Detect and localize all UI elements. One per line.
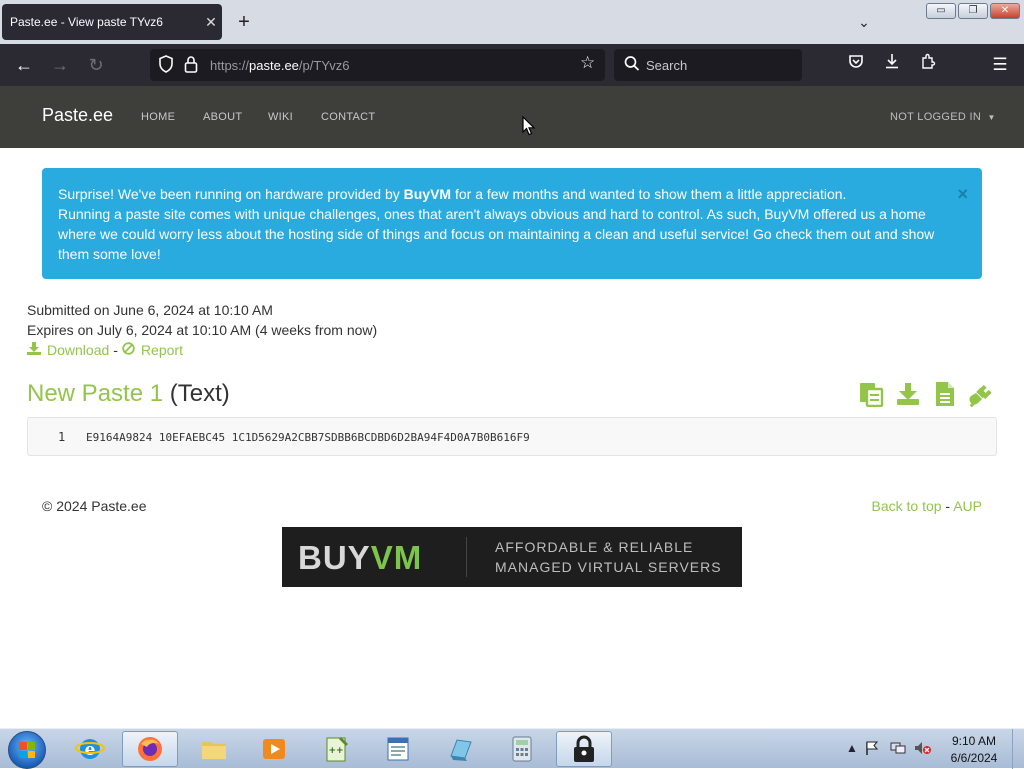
account-label: NOT LOGGED IN bbox=[890, 111, 982, 123]
restore-button[interactable]: ❐ bbox=[958, 3, 988, 19]
show-desktop-button[interactable] bbox=[1012, 729, 1024, 769]
taskbar-wordpad[interactable] bbox=[370, 731, 426, 767]
bookmark-star-icon[interactable]: ☆ bbox=[580, 53, 595, 73]
taskbar-calculator[interactable] bbox=[494, 731, 550, 767]
copyright: © 2024 Paste.ee bbox=[42, 498, 147, 514]
report-link[interactable]: Report bbox=[141, 342, 183, 358]
network-icon[interactable] bbox=[890, 741, 906, 758]
action-center-flag-icon[interactable] bbox=[866, 741, 879, 758]
aup-link[interactable]: AUP bbox=[953, 498, 982, 514]
download-icon bbox=[27, 342, 41, 358]
list-all-tabs-icon[interactable]: ⌄ bbox=[854, 10, 874, 34]
lock-icon[interactable] bbox=[184, 55, 198, 76]
alert-close-button[interactable]: × bbox=[957, 184, 968, 204]
new-tab-button[interactable]: + bbox=[232, 10, 256, 34]
downloads-icon[interactable] bbox=[880, 53, 904, 77]
paste-content[interactable]: 1 E9164A9824 10EFAEBC45 1C1D5629A2CBB7SD… bbox=[27, 417, 997, 456]
taskbar-internet-explorer[interactable]: e bbox=[62, 731, 118, 767]
buyvm-logo: BUYVM bbox=[298, 539, 423, 576]
alert-line-2: Running a paste site comes with unique c… bbox=[58, 206, 935, 262]
embed-plug-icon[interactable] bbox=[968, 381, 996, 408]
taskbar-clock[interactable]: 9:10 AM 6/6/2024 bbox=[944, 733, 1004, 767]
back-icon[interactable]: ← bbox=[12, 53, 36, 77]
taskbar-firefox[interactable] bbox=[122, 731, 178, 767]
forward-icon[interactable]: → bbox=[48, 53, 72, 77]
nav-about[interactable]: ABOUT bbox=[203, 111, 242, 123]
mouse-cursor-icon bbox=[522, 116, 536, 136]
footer-links: Back to top - AUP bbox=[871, 498, 982, 514]
alert-line-1: Surprise! We've been running on hardware… bbox=[58, 186, 847, 202]
download-link[interactable]: Download bbox=[47, 342, 109, 358]
calculator-icon bbox=[512, 736, 532, 762]
folder-icon bbox=[202, 742, 226, 759]
footer-separator: - bbox=[941, 498, 954, 514]
browser-titlebar: Paste.ee - View paste TYvz6 ✕ + ⌄ ▭ ❐ ✕ bbox=[0, 0, 1024, 44]
tab-title: Paste.ee - View paste TYvz6 bbox=[10, 15, 163, 29]
taskbar-security-app[interactable] bbox=[556, 731, 612, 767]
paste-actions: Download - Report bbox=[27, 342, 183, 358]
browser-toolbar: ← → ↻ https://paste.ee/p/TYvz6 ☆ Search … bbox=[0, 44, 1024, 116]
pocket-icon[interactable] bbox=[844, 53, 868, 77]
url-text[interactable]: https://paste.ee/p/TYvz6 bbox=[210, 58, 349, 73]
banner-divider bbox=[466, 537, 467, 577]
buyvm-banner[interactable]: BUYVM AFFORDABLE & RELIABLE MANAGED VIRT… bbox=[282, 527, 742, 587]
tracking-shield-icon[interactable] bbox=[158, 55, 174, 76]
site-brand[interactable]: Paste.ee bbox=[42, 105, 113, 126]
ban-icon bbox=[122, 342, 135, 358]
start-button[interactable] bbox=[8, 731, 46, 769]
reload-icon[interactable]: ↻ bbox=[84, 53, 108, 77]
volume-muted-icon[interactable] bbox=[914, 741, 932, 758]
download-paste-icon[interactable] bbox=[895, 381, 923, 407]
paste-code-line[interactable]: E9164A9824 10EFAEBC45 1C1D5629A2CBB7SDBB… bbox=[86, 431, 530, 444]
copy-icon[interactable] bbox=[858, 381, 886, 408]
minimize-button[interactable]: ▭ bbox=[926, 3, 956, 19]
windows-taskbar: e ++ ▲ 9:10 AM 6/6/2024 bbox=[0, 728, 1024, 769]
account-dropdown[interactable]: NOT LOGGED IN ▼ bbox=[890, 111, 996, 123]
windows-logo-icon bbox=[19, 742, 35, 758]
tab-close-icon[interactable]: ✕ bbox=[200, 14, 222, 31]
generic-app-icon bbox=[450, 739, 472, 761]
nav-home[interactable]: HOME bbox=[141, 111, 175, 123]
internet-explorer-icon: e bbox=[75, 739, 105, 760]
sponsor-alert: Surprise! We've been running on hardware… bbox=[42, 168, 982, 279]
nav-contact[interactable]: CONTACT bbox=[321, 111, 375, 123]
wordpad-icon bbox=[387, 737, 409, 761]
search-placeholder: Search bbox=[646, 58, 688, 73]
expires-date: Expires on July 6, 2024 at 10:10 AM (4 w… bbox=[27, 322, 378, 338]
site-navbar: Paste.ee HOME ABOUT WIKI CONTACT NOT LOG… bbox=[0, 86, 1024, 148]
paste-title: New Paste 1 (Text) bbox=[27, 380, 230, 408]
links-separator: - bbox=[113, 342, 118, 358]
lock-person-icon bbox=[574, 735, 594, 762]
buyvm-link[interactable]: BuyVM bbox=[404, 186, 451, 202]
banner-tagline-2: MANAGED VIRTUAL SERVERS bbox=[495, 559, 722, 575]
taskbar-app[interactable] bbox=[432, 731, 488, 767]
search-bar[interactable]: Search bbox=[614, 49, 802, 81]
notepad-plus-plus-icon: ++ bbox=[326, 737, 348, 762]
taskbar-notepadpp[interactable]: ++ bbox=[308, 731, 364, 767]
back-to-top-link[interactable]: Back to top bbox=[871, 498, 941, 514]
line-number: 1 bbox=[58, 430, 66, 444]
browser-tab[interactable]: Paste.ee - View paste TYvz6 ✕ bbox=[2, 4, 222, 40]
firefox-icon bbox=[138, 737, 162, 761]
svg-text:++: ++ bbox=[328, 746, 343, 756]
raw-file-icon[interactable] bbox=[932, 381, 960, 407]
paste-type: (Text) bbox=[169, 380, 230, 407]
nav-wiki[interactable]: WIKI bbox=[268, 111, 293, 123]
caret-down-icon: ▼ bbox=[987, 113, 996, 122]
taskbar-explorer[interactable] bbox=[186, 731, 242, 767]
search-icon bbox=[624, 55, 640, 77]
taskbar-media-player[interactable] bbox=[246, 731, 302, 767]
show-hidden-icons-icon[interactable]: ▲ bbox=[846, 741, 858, 755]
url-bar[interactable]: https://paste.ee/p/TYvz6 ☆ bbox=[150, 49, 605, 81]
clock-time: 9:10 AM bbox=[951, 734, 997, 748]
media-player-icon bbox=[263, 739, 285, 759]
extensions-icon[interactable] bbox=[916, 53, 940, 77]
close-window-button[interactable]: ✕ bbox=[990, 3, 1020, 19]
banner-tagline-1: AFFORDABLE & RELIABLE bbox=[495, 539, 694, 555]
submitted-date: Submitted on June 6, 2024 at 10:10 AM bbox=[27, 302, 273, 318]
app-menu-icon[interactable]: ☰ bbox=[988, 53, 1012, 77]
paste-name: New Paste 1 bbox=[27, 380, 164, 407]
clock-date: 6/6/2024 bbox=[950, 751, 998, 765]
